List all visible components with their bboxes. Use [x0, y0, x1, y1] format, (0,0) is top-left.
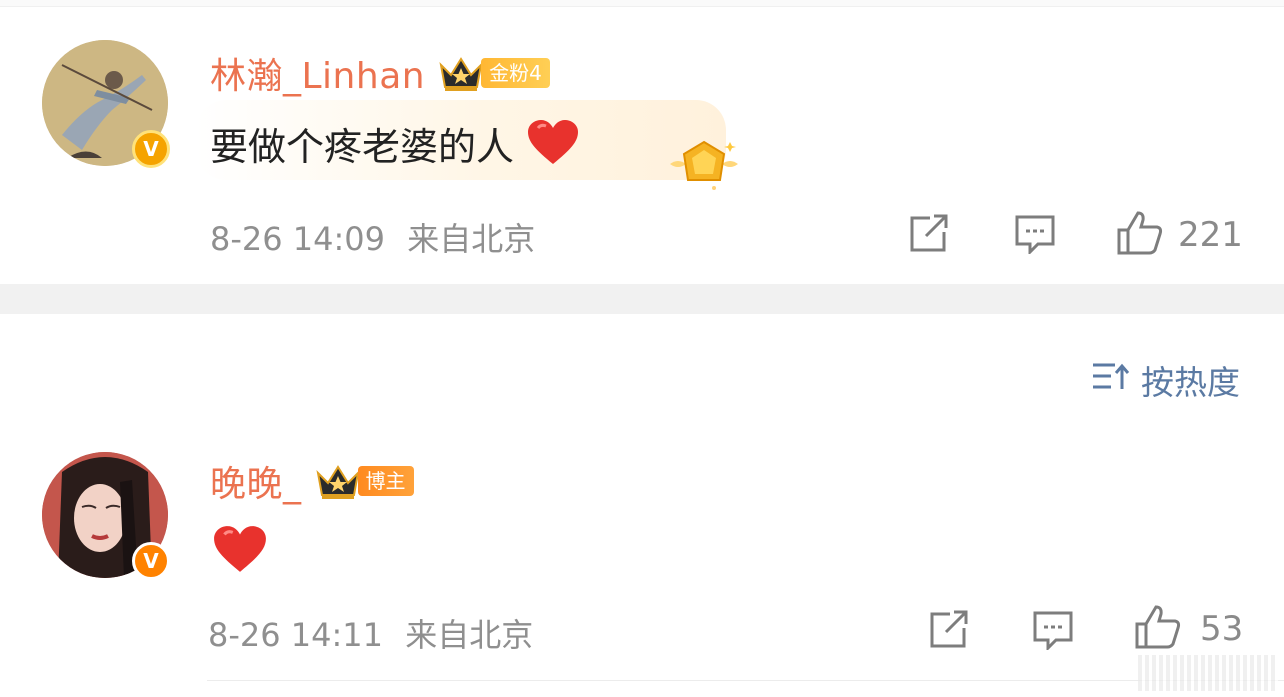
comment-time: 8-26 14:11 [208, 616, 384, 654]
red-heart-emoji [212, 524, 268, 583]
like-button[interactable]: 53 [1134, 604, 1243, 654]
comment-location: 来自北京 [405, 616, 534, 654]
username[interactable]: 晚晚_ [210, 455, 302, 507]
verified-v-icon: V [132, 542, 170, 580]
comment-button[interactable] [1032, 610, 1074, 654]
comment-icon [1032, 610, 1074, 654]
like-count: 53 [1200, 609, 1244, 649]
avatar[interactable]: V [42, 452, 170, 580]
bottom-divider [207, 680, 1284, 681]
sort-icon [1091, 359, 1131, 401]
crown-icon [314, 461, 362, 501]
watermark-pattern [1138, 655, 1278, 691]
sort-label: 按热度 [1141, 363, 1240, 402]
comment-item: V 晚晚_ 博主 8-26 14:11 来自北京 53 [0, 0, 1284, 654]
user-row: 晚晚_ 博主 [210, 456, 414, 506]
comment-meta: 8-26 14:11 来自北京 [208, 610, 533, 656]
share-icon [928, 610, 970, 654]
section-divider [0, 284, 1284, 314]
share-button[interactable] [928, 610, 970, 654]
fan-badge: 博主 [357, 466, 414, 496]
sort-toggle[interactable]: 按热度 [1091, 356, 1240, 404]
comment-text [212, 524, 268, 583]
thumbs-up-icon [1134, 604, 1182, 654]
